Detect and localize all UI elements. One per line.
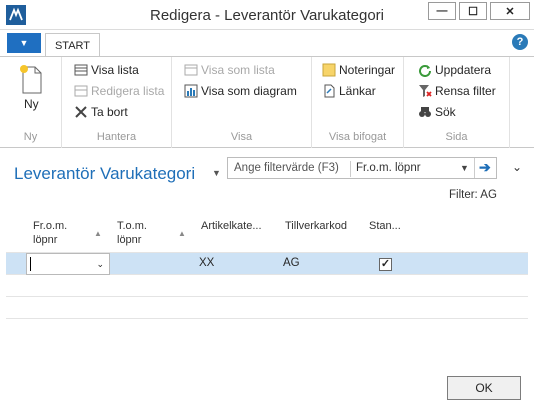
sok-button[interactable]: Sök (418, 105, 456, 119)
table-row[interactable]: ⌄ XX AG ✓ (6, 252, 528, 275)
visa-som-lista-label: Visa som lista (201, 63, 275, 77)
rensa-filter-button[interactable]: Rensa filter (418, 84, 496, 98)
filter-separator (350, 161, 351, 177)
new-document-icon (20, 65, 42, 94)
group-label-sida: Sida (445, 131, 468, 143)
filter-status: Filter: AG (449, 189, 497, 201)
link-icon (324, 84, 335, 98)
cell-artikel[interactable]: XX (199, 257, 214, 269)
uppdatera-label: Uppdatera (435, 63, 492, 77)
refresh-icon (419, 65, 431, 77)
chevron-down-icon[interactable]: ⌄ (96, 259, 104, 270)
redigera-lista-button[interactable]: Redigera lista (74, 84, 164, 98)
visa-lista-label: Visa lista (91, 63, 139, 77)
app-menu-button[interactable]: ▼ (7, 33, 41, 53)
ribbon: Ny Ny Visa lista Redigera lista Ta bort (0, 56, 534, 149)
empty-row (6, 274, 528, 296)
column-header-from[interactable]: Fr.o.m. löpnr (33, 219, 83, 247)
data-grid: Fr.o.m. löpnr ▲ T.o.m. löpnr ▲ Artikelka… (6, 216, 528, 340)
group-label-visa-bifogat: Visa bifogat (328, 131, 387, 143)
noteringar-label: Noteringar (339, 63, 396, 77)
sok-label: Sök (435, 105, 456, 119)
show-as-list-icon (184, 64, 198, 76)
sort-arrow-icon[interactable]: ▲ (94, 229, 102, 238)
filter-field-select[interactable]: Fr.o.m. löpnr (356, 162, 421, 174)
page-content: Leverantör Varukategori ▼ Ange filtervär… (0, 148, 534, 400)
column-header-standard[interactable]: Stan... (369, 219, 401, 233)
group-label-visa: Visa (230, 131, 253, 143)
filter-separator-2 (474, 158, 475, 178)
lankar-button[interactable]: Länkar (322, 84, 376, 98)
grid-header: Fr.o.m. löpnr ▲ T.o.m. löpnr ▲ Artikelka… (6, 216, 528, 252)
title-bar: Redigera - Leverantör Varukategori — ☐ ✕ (0, 0, 534, 30)
filter-field-dropdown-icon[interactable]: ▼ (460, 163, 469, 173)
noteringar-button[interactable]: Noteringar (322, 63, 395, 77)
note-icon (322, 63, 336, 77)
minimize-button[interactable]: — (428, 2, 456, 20)
visa-som-lista-button[interactable]: Visa som lista (184, 63, 275, 77)
ta-bort-label: Ta bort (91, 105, 128, 119)
group-label-ny: Ny (23, 131, 38, 143)
uppdatera-button[interactable]: Uppdatera (418, 63, 491, 77)
visa-som-diagram-label: Visa som diagram (201, 84, 297, 98)
list-view-icon (74, 64, 88, 76)
ribbon-tabbar: ▼ START ? (0, 30, 534, 57)
group-visa: Visa som lista Visa som diagram Visa (172, 57, 312, 149)
column-header-tillverkar[interactable]: Tillverkarkod (285, 219, 347, 233)
rensa-filter-label: Rensa filter (435, 84, 496, 98)
delete-icon (75, 106, 87, 118)
visa-lista-button[interactable]: Visa lista (74, 63, 139, 77)
text-caret (30, 257, 31, 271)
group-label-hantera: Hantera (96, 131, 137, 143)
group-hantera: Visa lista Redigera lista Ta bort Hanter… (62, 57, 172, 149)
filter-bar: Ange filtervärde (F3) Fr.o.m. löpnr ▼ ➔ (227, 157, 497, 179)
page-title-dropdown-icon[interactable]: ▼ (212, 168, 221, 178)
clear-filter-icon (419, 85, 432, 97)
tab-start[interactable]: START (45, 33, 100, 57)
column-header-artikel[interactable]: Artikelkate... (201, 219, 262, 233)
help-icon[interactable]: ? (512, 34, 528, 50)
empty-row (6, 318, 528, 340)
standard-checkbox[interactable]: ✓ (379, 258, 392, 271)
ta-bort-button[interactable]: Ta bort (74, 105, 128, 119)
empty-row (6, 296, 528, 318)
new-button-label: Ny (24, 97, 39, 111)
visa-som-diagram-button[interactable]: Visa som diagram (184, 84, 297, 98)
application-window: Redigera - Leverantör Varukategori — ☐ ✕… (0, 0, 534, 400)
chart-icon (184, 84, 198, 98)
collapse-chevron-icon[interactable]: ⌄ (512, 160, 522, 174)
redigera-lista-label: Redigera lista (91, 84, 165, 98)
new-button[interactable]: Ny (10, 61, 54, 117)
lankar-label: Länkar (339, 84, 376, 98)
close-button[interactable]: ✕ (490, 2, 530, 20)
client-area: ▼ START ? Ny Ny Visa lista Redigera list… (0, 30, 534, 400)
maximize-button[interactable]: ☐ (459, 2, 487, 20)
cell-tillverkar[interactable]: AG (283, 257, 300, 269)
edit-list-icon (74, 85, 88, 97)
group-visa-bifogat: Noteringar Länkar Visa bifogat (312, 57, 404, 149)
sort-arrow-icon[interactable]: ▲ (178, 229, 186, 238)
column-header-to[interactable]: T.o.m. löpnr (117, 219, 167, 247)
page-title[interactable]: Leverantör Varukategori (14, 164, 195, 184)
from-editor[interactable]: ⌄ (26, 253, 110, 275)
ok-button[interactable]: OK (447, 376, 521, 400)
group-sida: Uppdatera Rensa filter Sök Sida (404, 57, 510, 149)
group-ny: Ny Ny (0, 57, 62, 149)
filter-input[interactable]: Ange filtervärde (F3) (234, 162, 339, 174)
binoculars-icon (419, 107, 431, 117)
apply-filter-arrow-icon[interactable]: ➔ (479, 159, 491, 176)
